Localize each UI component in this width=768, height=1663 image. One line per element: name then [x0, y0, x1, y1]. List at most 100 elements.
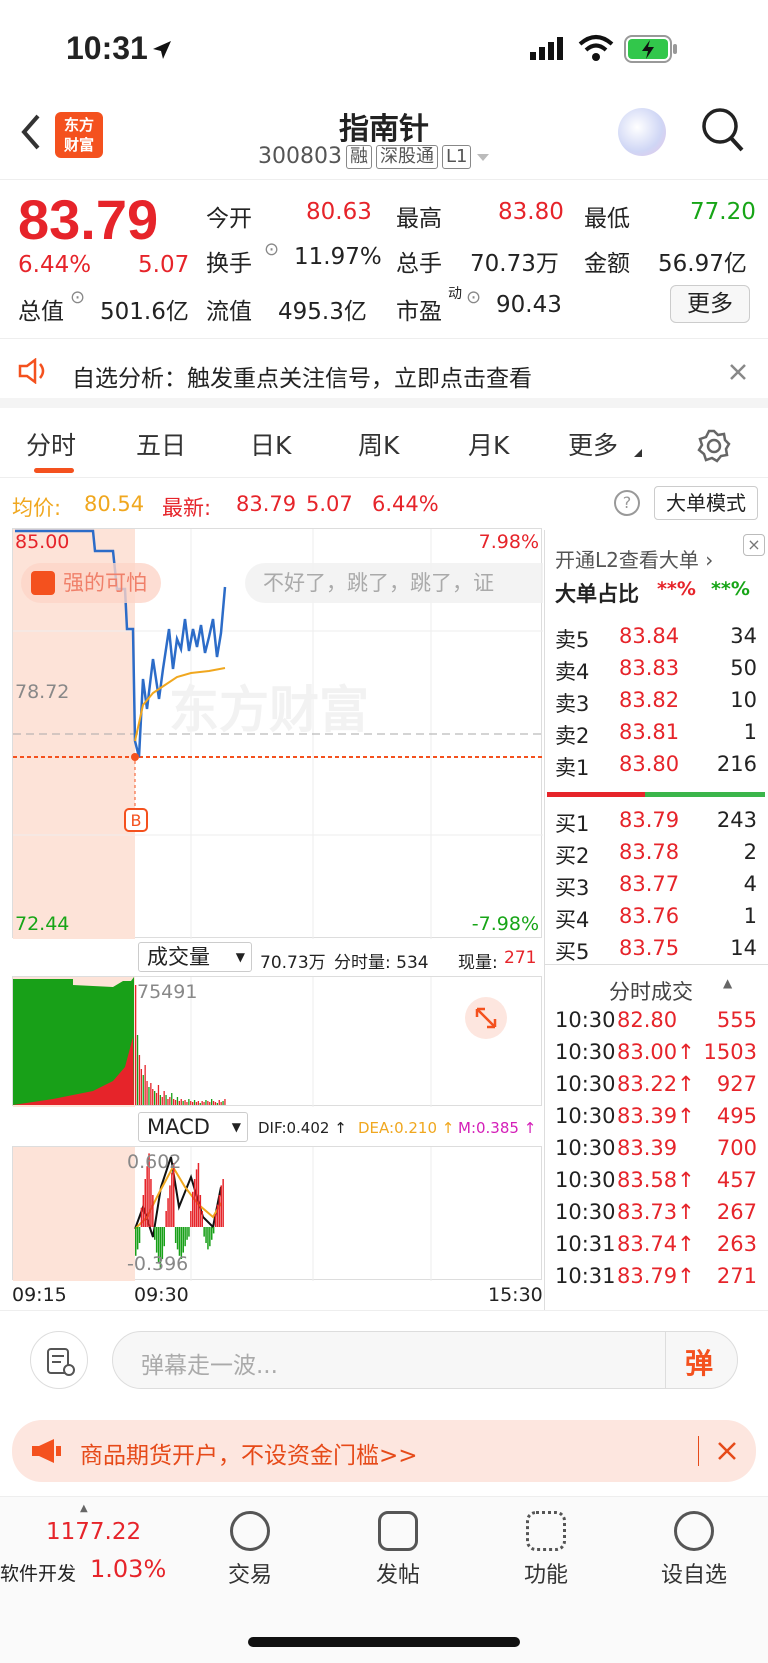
macd-bar	[195, 1169, 198, 1227]
tab-more[interactable]: 更多	[568, 426, 618, 462]
danmu-settings-icon[interactable]	[30, 1331, 88, 1389]
danmu-input[interactable]: 弹幕走一波... 弹	[112, 1331, 738, 1389]
ask-level: 卖4	[555, 660, 590, 684]
index-value[interactable]: 1177.22	[46, 1519, 141, 1545]
bid-row[interactable]: 买4 83.76 1	[545, 904, 765, 936]
volume-bar	[220, 1102, 222, 1105]
danmu-bubble-1[interactable]: 强的可怕	[21, 563, 161, 603]
tab-weekly-k[interactable]: 周K	[358, 426, 399, 462]
intraday-chart[interactable]: 东方财富 B 85.00 7.98% 78.72 72.44 -7.98% 强的…	[12, 528, 543, 939]
volume-value: 70.73万	[470, 251, 559, 277]
index-name[interactable]: 软件开发	[0, 1559, 76, 1586]
tab-five-day[interactable]: 五日	[136, 426, 186, 462]
tab-indicator	[34, 468, 74, 473]
bid-price: 83.76	[619, 904, 680, 928]
ticks-header[interactable]: 分时成交	[609, 976, 693, 1006]
ask-row[interactable]: 卖5 83.84 34	[545, 624, 765, 656]
volume-bar	[165, 1095, 167, 1105]
danmu-send-button[interactable]: 弹	[685, 1342, 713, 1382]
search-icon[interactable]	[700, 106, 746, 156]
volume-bar	[209, 1102, 211, 1105]
tick-row: 10:30 83.22↑ 927	[545, 1072, 765, 1104]
stock-code-row[interactable]: 300803 融 深股通 L1	[258, 144, 491, 169]
bid-level: 买3	[555, 876, 590, 900]
macd-chart-svg	[13, 1147, 432, 1281]
status-time: 10:31	[66, 30, 148, 66]
macd-bar	[174, 1227, 177, 1243]
info-icon[interactable]: ⊙	[70, 287, 85, 308]
robot-avatar-icon[interactable]	[618, 108, 666, 156]
notice-bar[interactable]: 自选分析：触发重点关注信号，立即点击查看	[0, 340, 768, 408]
open-label: 今开	[206, 206, 252, 232]
tab-intraday[interactable]: 分时	[26, 426, 76, 462]
help-icon[interactable]: ?	[614, 490, 640, 516]
volume-bar	[171, 1093, 173, 1105]
buy-marker-label: B	[131, 811, 142, 830]
info-icon[interactable]: ⊙	[264, 239, 279, 260]
tick-row: 10:31 83.79↑ 271	[545, 1264, 765, 1296]
tick-price: 83.58↑	[617, 1168, 695, 1192]
gear-icon[interactable]	[696, 428, 732, 464]
close-icon[interactable]: ×	[743, 534, 765, 556]
pe-label: 市盈	[396, 299, 442, 325]
promo-banner[interactable]: 商品期货开户，不设资金门槛>>	[12, 1420, 756, 1482]
big-order-mode-button[interactable]: 大单模式	[654, 486, 758, 520]
volume-chart-svg	[13, 977, 432, 1107]
bid-price: 83.75	[619, 936, 680, 960]
bid-row[interactable]: 买1 83.79 243	[545, 808, 765, 840]
tick-time: 10:30	[555, 1040, 616, 1064]
l2-link[interactable]: 开通L2查看大单 ›	[555, 544, 713, 573]
close-icon[interactable]	[728, 362, 748, 382]
volume-bar	[207, 1101, 209, 1105]
vol-minute: 分时量: 534	[334, 953, 429, 973]
nav-trade[interactable]: 交易	[190, 1511, 310, 1589]
banner-text: 商品期货开户，不设资金门槛>>	[80, 1443, 418, 1469]
ask-row[interactable]: 卖4 83.83 50	[545, 656, 765, 688]
macd-header: MACD ▼ DIF:0.402 ↑ DEA:0.210 ↑ M:0.385 ↑	[12, 1108, 542, 1146]
macd-selector[interactable]: MACD ▼	[138, 1112, 248, 1142]
nav-add-watchlist[interactable]: 设自选	[634, 1511, 754, 1589]
tick-row: 10:30 83.39 700	[545, 1136, 765, 1168]
status-bar: 10:31	[0, 0, 768, 100]
close-icon[interactable]	[716, 1440, 738, 1462]
macd-bar	[186, 1227, 188, 1240]
macd-chart[interactable]: 0.602 -0.396	[12, 1146, 542, 1281]
danmu-bubble-2[interactable]: 不好了，跳了，跳了，证	[245, 563, 543, 603]
ask-row[interactable]: 卖3 83.82 10	[545, 688, 765, 720]
volume-bar	[216, 1103, 218, 1105]
info-icon[interactable]: ⊙	[466, 287, 481, 308]
mktcap-label: 总值	[18, 299, 64, 325]
macd-bar	[201, 1211, 203, 1227]
home-indicator	[248, 1637, 520, 1647]
bid-row[interactable]: 买2 83.78 2	[545, 840, 765, 872]
sort-icon[interactable]: ▲	[723, 976, 732, 990]
volume-chart[interactable]: 75491	[12, 976, 542, 1107]
volume-bar	[144, 1065, 146, 1105]
tab-monthly-k[interactable]: 月K	[468, 426, 509, 462]
volume-bar	[146, 1081, 148, 1105]
volume-selector[interactable]: 成交量 ▼	[138, 942, 252, 972]
bid-row[interactable]: 买3 83.77 4	[545, 872, 765, 904]
ask-row[interactable]: 卖2 83.81 1	[545, 720, 765, 752]
ask-row[interactable]: 卖1 83.80 216	[545, 752, 765, 784]
more-button[interactable]: 更多	[670, 285, 750, 323]
volume-header: 成交量 ▼ 70.73万 分时量: 534 现量: 271	[12, 938, 542, 976]
tick-time: 10:30	[555, 1200, 616, 1224]
nav-functions[interactable]: 功能	[486, 1511, 606, 1589]
tick-row: 10:30 83.58↑ 457	[545, 1168, 765, 1200]
volume-bar	[193, 1100, 196, 1105]
notice-text: 自选分析：触发重点关注信号，立即点击查看	[72, 366, 532, 392]
volume-bar	[186, 1102, 188, 1105]
stock-code: 300803	[258, 144, 342, 169]
index-pct[interactable]: 1.03%	[90, 1555, 166, 1583]
speaker-icon	[18, 358, 45, 384]
expand-icon[interactable]	[465, 997, 507, 1039]
volume-bar	[180, 1099, 182, 1105]
rocket-icon	[31, 571, 55, 595]
macd-bar	[184, 1227, 186, 1247]
tick-price: 82.80	[617, 1008, 678, 1032]
tick-price: 83.74↑	[617, 1232, 695, 1256]
nav-post[interactable]: 发帖	[338, 1511, 458, 1589]
tab-daily-k[interactable]: 日K	[250, 426, 291, 462]
ask-level: 卖5	[555, 628, 590, 652]
